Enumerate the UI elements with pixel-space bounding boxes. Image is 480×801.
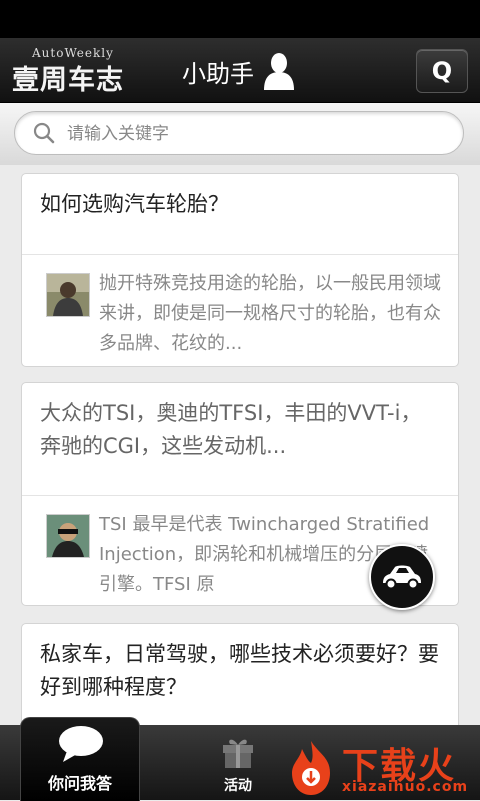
tab-qa[interactable]: 你问我答 [20, 717, 140, 801]
question-title: 如何选购汽车轮胎？ [40, 192, 229, 216]
gift-icon [221, 735, 255, 773]
user-icon [262, 52, 296, 90]
search-bar [14, 111, 464, 155]
tab-label: 你问我答 [47, 774, 112, 793]
speech-bubble-icon [57, 724, 105, 770]
car-icon [371, 565, 433, 612]
question-title: 大众的TSI，奥迪的TFSI，丰田的VVT-i，奔驰的CGI，这些发动机... [40, 401, 422, 458]
answer-text: 抛开特殊竞技用途的轮胎，以一般民用领域来讲，即使是同一规格尺寸的轮胎，也有众多品… [99, 273, 441, 354]
status-bar [0, 0, 480, 38]
flame-icon [284, 739, 338, 801]
tab-label: 活动 [224, 778, 252, 794]
card-divider [22, 254, 458, 255]
assistant-button[interactable]: 小助手 [182, 52, 296, 90]
watermark-logo: 下载火 xiazaihuo.com [284, 737, 480, 800]
logo-chinese: 壹周车志 [12, 65, 124, 96]
app-header: AutoWeekly 壹周车志 小助手 Q [0, 38, 480, 103]
watermark-url: xiazaihuo.com [342, 779, 469, 795]
car-button[interactable] [369, 544, 435, 610]
question-card[interactable]: 私家车，日常驾驶，哪些技术必须要好？要好到哪种程度？ [21, 623, 459, 725]
question-feed: 如何选购汽车轮胎？ 抛开特殊竞技用途的轮胎，以一般民用领域来讲，即使是同一规格尺… [0, 165, 480, 725]
tab-events[interactable]: 活动 [196, 725, 280, 800]
assistant-label: 小助手 [182, 59, 254, 88]
search-input[interactable] [65, 118, 449, 150]
app-logo: AutoWeekly 壹周车志 [12, 44, 137, 98]
avatar [46, 273, 90, 317]
card-divider [22, 495, 458, 496]
search-icon [33, 122, 55, 144]
avatar [46, 514, 90, 558]
question-title: 私家车，日常驾驶，哪些技术必须要好？要好到哪种程度？ [40, 642, 439, 699]
search-bar-container [0, 103, 480, 165]
question-card[interactable]: 如何选购汽车轮胎？ 抛开特殊竞技用途的轮胎，以一般民用领域来讲，即使是同一规格尺… [21, 173, 459, 367]
search-button[interactable]: Q [416, 49, 468, 93]
